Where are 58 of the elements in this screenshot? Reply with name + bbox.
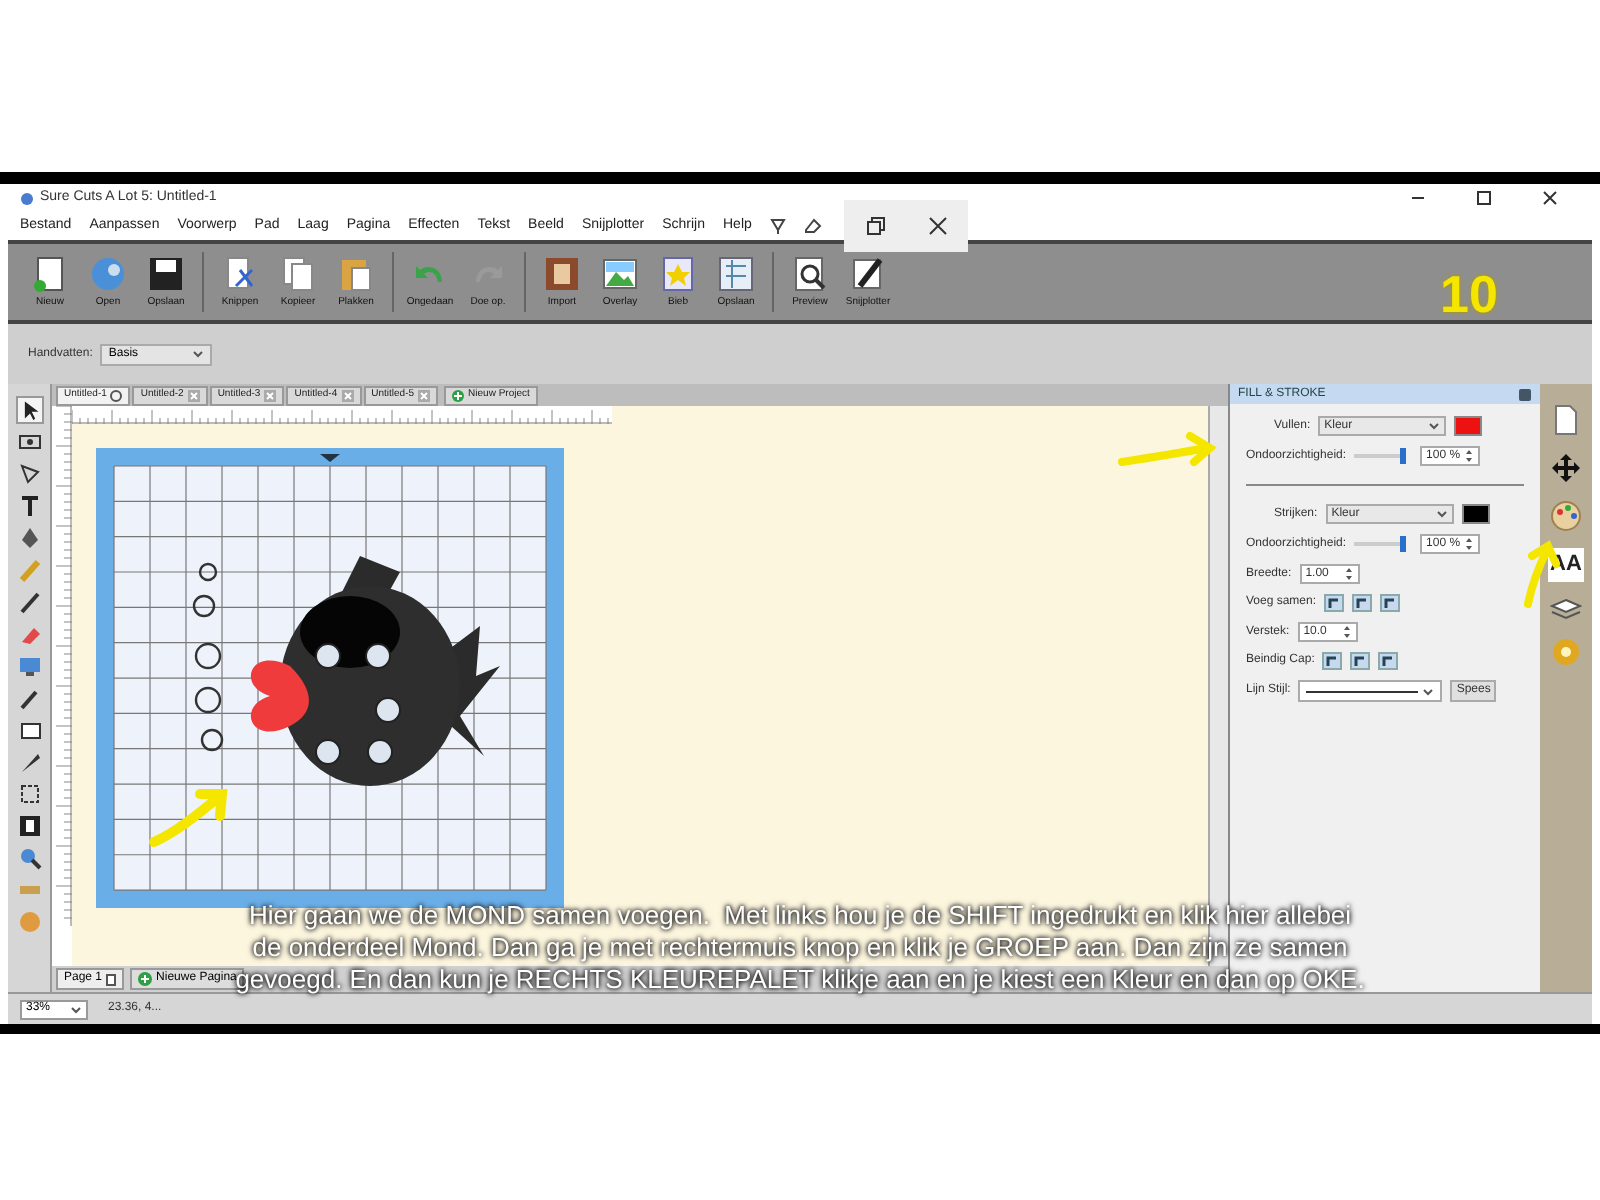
style-option-button[interactable] — [1350, 652, 1371, 670]
transform-box-icon[interactable] — [15, 780, 43, 808]
plus-icon — [452, 390, 465, 402]
style-option-button[interactable] — [1324, 594, 1345, 612]
caret-icon — [192, 350, 205, 358]
copy-icon — [278, 253, 318, 294]
spinner-arrows-icon — [1464, 536, 1475, 552]
color-swatch[interactable] — [1461, 504, 1490, 524]
spinner-arrows-icon — [1341, 624, 1352, 640]
palette-icon[interactable] — [1550, 500, 1582, 532]
corner-icon — [1384, 597, 1397, 609]
magnifier-icon — [790, 253, 830, 294]
monitor-icon[interactable] — [15, 652, 43, 680]
annotation-arrow — [148, 784, 232, 848]
caret-icon — [1428, 422, 1441, 430]
corner-icon — [1326, 655, 1339, 667]
spinner-arrows-icon — [1464, 448, 1475, 464]
page-icon — [106, 973, 117, 985]
bracket-icon[interactable] — [15, 812, 43, 840]
color-swatch[interactable] — [1454, 416, 1483, 436]
corner-icon — [1356, 597, 1369, 609]
eraser-icon[interactable] — [803, 218, 822, 234]
step-number: 10 — [1440, 262, 1498, 328]
maximize-icon — [1476, 190, 1492, 206]
star-document-icon — [658, 253, 698, 294]
slider-thumb[interactable] — [1400, 448, 1407, 464]
landscape-image-icon — [600, 253, 640, 294]
corner-icon — [1354, 655, 1367, 667]
globe-icon — [88, 253, 128, 294]
restore-icon[interactable] — [865, 216, 885, 236]
app-logo-icon — [20, 191, 34, 205]
zoom-icon[interactable] — [15, 844, 43, 872]
shape-edit-icon[interactable] — [15, 460, 43, 488]
caret-icon — [1435, 510, 1448, 518]
plus-icon — [138, 972, 153, 986]
slider-thumb[interactable] — [1400, 536, 1407, 552]
style-option-button[interactable] — [1322, 652, 1343, 670]
style-option-button[interactable] — [1380, 594, 1401, 612]
picture-frame-icon — [542, 253, 582, 294]
solid-line-icon — [1306, 687, 1419, 695]
corner-icon — [1382, 655, 1395, 667]
style-option-button[interactable] — [1352, 594, 1373, 612]
line-style-dropdown[interactable] — [1298, 680, 1443, 702]
grid-document-icon — [716, 253, 756, 294]
pen-icon — [848, 253, 888, 294]
pin-icon[interactable] — [1518, 387, 1532, 401]
close-icon — [1542, 190, 1558, 206]
style-option-button[interactable] — [1378, 652, 1399, 670]
close-icon[interactable] — [110, 390, 123, 402]
layers-icon[interactable] — [1550, 597, 1582, 621]
corner-icon — [1328, 597, 1341, 609]
move-arrows-icon[interactable] — [1550, 452, 1582, 484]
caret-icon — [1422, 687, 1435, 695]
brush-icon[interactable] — [15, 588, 43, 616]
caret-icon — [70, 1005, 82, 1013]
spinner-arrows-icon — [1343, 566, 1354, 582]
page-icon[interactable] — [1552, 404, 1580, 436]
close-icon[interactable] — [927, 216, 947, 236]
